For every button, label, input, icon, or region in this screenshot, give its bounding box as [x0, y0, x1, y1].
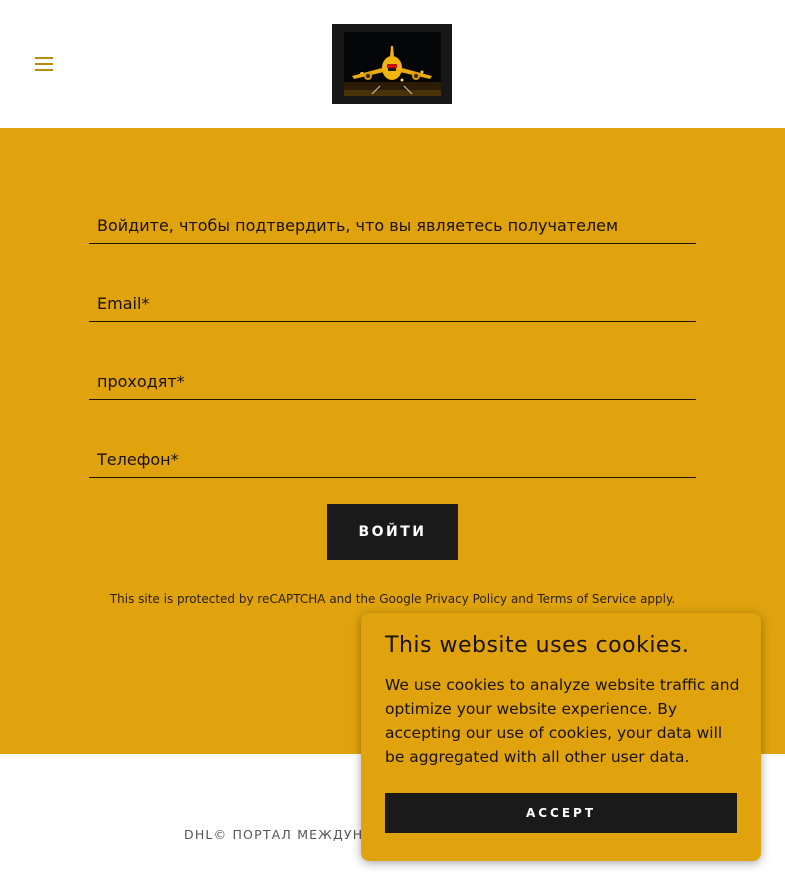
- site-logo[interactable]: [332, 24, 452, 104]
- hamburger-menu-icon[interactable]: [32, 54, 56, 74]
- intro-input[interactable]: [89, 192, 696, 243]
- recaptcha-suffix: apply.: [636, 592, 676, 606]
- cookie-banner: This website uses cookies. We use cookie…: [361, 613, 761, 861]
- recaptcha-middle: and: [507, 592, 538, 606]
- recaptcha-prefix: This site is protected by reCAPTCHA and …: [109, 592, 426, 606]
- cookie-banner-title: This website uses cookies.: [385, 633, 690, 658]
- login-button[interactable]: Войти: [327, 504, 458, 560]
- email-input[interactable]: [89, 270, 696, 321]
- recaptcha-notice: This site is protected by reCAPTCHA and …: [0, 592, 785, 606]
- intro-field[interactable]: [89, 192, 696, 244]
- cookie-banner-text: We use cookies to analyze website traffi…: [385, 676, 740, 766]
- accept-cookies-button[interactable]: ACCEPT: [385, 793, 737, 833]
- privacy-policy-link[interactable]: Privacy Policy: [425, 592, 507, 606]
- phone-field[interactable]: [89, 426, 696, 478]
- site-header: [0, 0, 785, 128]
- terms-of-service-link[interactable]: Terms of Service: [537, 592, 636, 606]
- phone-input[interactable]: [89, 426, 696, 477]
- password-field[interactable]: [89, 348, 696, 400]
- cargo-plane-image: [332, 24, 452, 104]
- email-field[interactable]: [89, 270, 696, 322]
- password-input[interactable]: [89, 348, 696, 399]
